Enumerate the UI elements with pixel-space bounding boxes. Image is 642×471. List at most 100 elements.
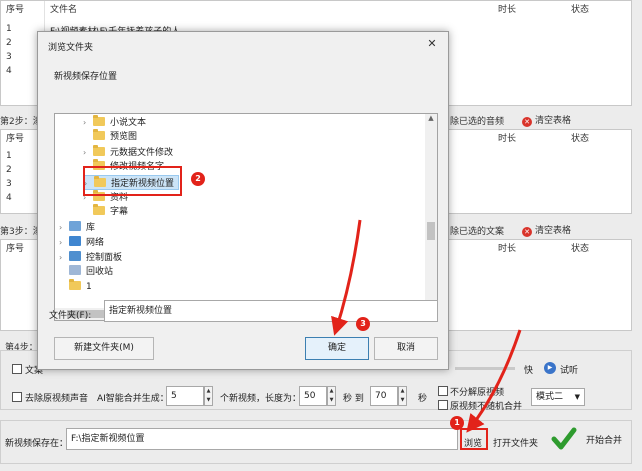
min-length-stepper[interactable]: ▲ ▼ [327,386,336,406]
random-merge-label: 原视频不随机合并 [450,402,523,412]
mode-select-value: 模式二 [536,392,564,402]
chevron-right-icon[interactable]: › [59,235,69,250]
col-index-header: 序号 [6,134,25,144]
preview-button[interactable]: 试听 [560,363,578,376]
dialog-description: 新视频保存位置 [54,72,118,82]
seconds-to-label: 秒 到 [343,394,364,404]
control-panel-item[interactable]: › 控制面板 [59,250,122,265]
col-filename-header: 文件名 [50,5,78,15]
new-videos-length-label: 个新视频，长度为： [220,394,302,404]
recycle-bin-item[interactable]: 回收站 [59,265,113,280]
table-row-index[interactable]: 2 [6,38,12,48]
folder-label: 小说文本 [110,118,147,128]
chevron-right-icon[interactable]: › [59,220,69,235]
seconds-label: 秒 [418,394,428,404]
folder-item[interactable]: 预览图 [83,129,138,145]
step2-label: 第2步：添 [0,117,42,127]
start-merge-button[interactable]: 开始合并 [586,433,622,446]
checkmark-icon[interactable] [551,426,577,452]
col-duration-header: 时长 [498,5,517,15]
recycle-bin-icon [69,265,81,275]
folder-label: 元数据文件修改 [110,148,174,158]
no-split-checkbox[interactable] [438,386,448,396]
library-item[interactable]: › 库 [59,220,95,235]
clear-table-button[interactable]: ✕ 清空表格 [522,113,571,127]
close-icon[interactable]: ✕ [424,36,440,52]
ai-merge-label: AI智能合并生成： [97,394,169,404]
remove-selected-audio-button[interactable]: 除已选的音频 [450,114,504,127]
new-folder-button[interactable]: 新建文件夹(M) [54,337,154,360]
folder-icon [93,129,105,140]
folder-label: 预览图 [110,132,138,142]
col-status-header: 状态 [571,134,590,144]
library-label: 库 [86,223,96,233]
clear-table-button[interactable]: ✕ 清空表格 [522,223,571,237]
network-icon [69,236,81,246]
clear-table-label: 清空表格 [535,226,572,236]
random-merge-checkbox[interactable] [438,400,448,410]
speed-slider-track[interactable] [455,367,515,370]
clear-icon: ✕ [522,117,532,127]
play-icon[interactable]: ▶ [544,362,556,374]
scrollbar-thumb[interactable] [427,222,435,240]
open-folder-button[interactable]: 打开文件夹 [493,436,538,449]
chevron-right-icon[interactable]: › [83,115,93,130]
chevron-up-icon[interactable]: ▲ [425,114,437,122]
chevron-right-icon[interactable]: › [83,145,93,160]
chevron-down-icon: ▼ [574,393,580,401]
mode-select[interactable]: 模式二 ▼ [531,388,585,406]
remove-audio-checkbox[interactable] [12,392,22,402]
max-length-input[interactable]: 70 [370,386,398,406]
folder-name-input[interactable]: 指定新视频位置 [104,300,438,322]
vertical-scrollbar[interactable]: ▲ ▼ [425,114,437,308]
output-path-input[interactable]: F:\指定新视频位置 [66,428,458,450]
browse-highlight [460,428,488,450]
chevron-right-icon[interactable]: › [59,250,69,265]
folder-item[interactable]: › 小说文本 [83,115,146,130]
folder-icon [69,279,81,290]
video-count-input[interactable]: 5 [166,386,204,406]
network-label: 网络 [86,238,105,248]
text-checkbox[interactable] [12,364,22,374]
col-index-header: 序号 [6,244,25,254]
folder-label: 字幕 [110,207,129,217]
cancel-button[interactable]: 取消 [374,337,438,360]
library-icon [69,221,81,231]
selected-folder-highlight [83,166,182,196]
max-length-stepper[interactable]: ▲ ▼ [398,386,407,406]
table-row-index[interactable]: 2 [6,165,12,175]
table-row-index[interactable]: 4 [6,66,12,76]
video-count-stepper[interactable]: ▲ ▼ [204,386,213,406]
folder-tree[interactable]: › 小说文本 预览图 › 元数据文件修改 修改视频名字 › 指定新视频位置 › 资料 字… [54,113,438,321]
folder-icon [93,145,105,156]
clear-icon: ✕ [522,227,532,237]
step3-label: 第3步：添 [0,227,42,237]
network-item[interactable]: › 网络 [59,235,104,250]
table-row-index[interactable]: 4 [6,193,12,203]
table-row-index[interactable]: 1 [6,151,12,161]
folder-item[interactable]: › 元数据文件修改 [83,145,173,160]
col-duration-header: 时长 [498,244,517,254]
col-status-header: 状态 [571,244,590,254]
control-panel-label: 控制面板 [86,253,123,263]
folder-label: 1 [86,282,92,292]
no-split-label: 不分解原视频 [450,388,505,398]
dialog-title: 浏览文件夹 [48,43,94,53]
step-badge: 2 [191,172,205,186]
col-index-header: 序号 [6,5,25,15]
folder-icon [93,204,105,215]
folder-item[interactable]: 1 [59,279,92,295]
col-duration-header: 时长 [498,134,517,144]
step-badge: 3 [356,317,370,331]
table-row-index[interactable]: 3 [6,52,12,62]
table-row-index[interactable]: 1 [6,24,12,34]
table-row-index[interactable]: 3 [6,179,12,189]
browse-folder-dialog: 浏览文件夹 ✕ 新视频保存位置 › 小说文本 预览图 › 元数据文件修改 修改视频名… [37,31,449,370]
ok-button[interactable]: 确定 [305,337,369,360]
folder-item[interactable]: 字幕 [83,204,129,220]
recycle-bin-label: 回收站 [86,267,114,277]
min-length-input[interactable]: 50 [299,386,327,406]
remove-selected-text-button[interactable]: 除已选的文案 [450,224,504,237]
clear-table-label: 清空表格 [535,116,572,126]
folder-field-label: 文件夹(F): [49,311,92,321]
